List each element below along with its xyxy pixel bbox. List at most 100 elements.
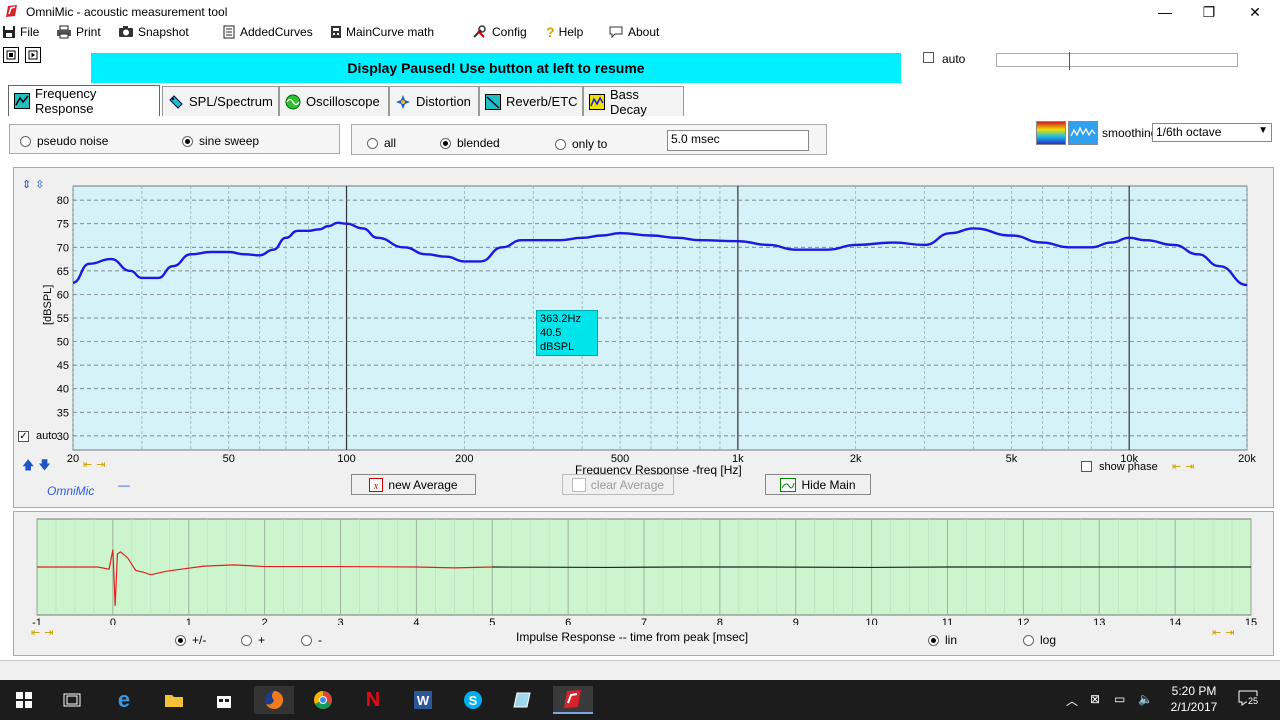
pause-button[interactable] bbox=[3, 47, 19, 63]
impulse-x-tick-label: 5 bbox=[489, 617, 495, 625]
taskbar-word[interactable]: W bbox=[403, 686, 443, 714]
radio-all[interactable]: all bbox=[367, 136, 396, 150]
top-auto-checkbox[interactable] bbox=[923, 52, 934, 63]
battery-icon[interactable]: ▭ bbox=[1114, 692, 1125, 706]
top-slider-thumb[interactable] bbox=[1068, 52, 1075, 70]
menu-bar: File Print Snapshot AddedCurves MainCurv… bbox=[0, 22, 1280, 42]
waveform-icon bbox=[1070, 126, 1096, 137]
tab-frequency-response[interactable]: Frequency Response bbox=[8, 85, 160, 116]
impulse-x-tick-label: 10 bbox=[866, 617, 878, 625]
msec-input[interactable]: 5.0 msec bbox=[667, 130, 809, 151]
hide-main-button[interactable]: Hide Main bbox=[765, 474, 871, 495]
close-button[interactable]: ✕ bbox=[1232, 0, 1278, 24]
arrow-right-icon[interactable]: ⇥ bbox=[44, 626, 53, 639]
tab-bass-decay[interactable]: Bass Decay bbox=[583, 86, 684, 117]
omnimic-taskbar-icon bbox=[564, 690, 581, 708]
arrow-left-icon[interactable]: ⇤ bbox=[31, 626, 40, 639]
menu-added-curves[interactable]: AddedCurves bbox=[222, 22, 313, 42]
radio-dot bbox=[20, 135, 31, 147]
freq-auto-checkbox[interactable]: ✓ bbox=[18, 431, 29, 442]
volume-icon[interactable]: 🔈 bbox=[1138, 692, 1153, 706]
menu-added-curves-label: AddedCurves bbox=[240, 25, 313, 39]
impulse-x-axis-label: Impulse Response -- time from peak [msec… bbox=[516, 630, 749, 644]
oscilloscope-icon bbox=[285, 94, 301, 109]
signal-group: pseudo noise sine sweep bbox=[9, 124, 340, 154]
radio-polarity-both[interactable]: +/- bbox=[175, 633, 206, 647]
new-average-button[interactable]: x new Average bbox=[351, 474, 476, 495]
radio-sine-sweep[interactable]: sine sweep bbox=[182, 134, 259, 148]
clear-icon bbox=[571, 477, 586, 492]
title-bar: OmniMic - acoustic measurement tool — ❐ … bbox=[0, 0, 1280, 24]
x-tick-label: 20 bbox=[67, 453, 79, 465]
menu-print[interactable]: Print bbox=[56, 22, 101, 42]
taskbar-firefox[interactable] bbox=[254, 686, 294, 714]
network-icon[interactable]: ⊠ bbox=[1090, 692, 1100, 706]
impulse-shift-right: ⇤ ⇥ bbox=[1212, 626, 1234, 639]
arrow-right-icon[interactable]: ⇥ bbox=[1225, 626, 1234, 639]
color-curves-button[interactable] bbox=[1036, 121, 1066, 145]
frequency-response-chart[interactable]: 303540455055606570758020 50 100 200 500 1k 2k 5… bbox=[18, 180, 1258, 480]
menu-about[interactable]: About bbox=[608, 22, 659, 42]
impulse-response-chart[interactable]: -1 0 1 2 3 4 5 6 7 8 9 10 11 12 13 14 15 bbox=[20, 515, 1260, 625]
folder-icon bbox=[165, 695, 183, 707]
menu-snapshot[interactable]: Snapshot bbox=[118, 22, 189, 42]
smoothing-select[interactable]: 1/6th octave ▼ bbox=[1152, 123, 1272, 142]
radio-blended[interactable]: blended bbox=[440, 136, 500, 150]
menu-help[interactable]: ? Help bbox=[546, 22, 583, 42]
taskbar-chrome[interactable] bbox=[303, 686, 343, 714]
radio-dot bbox=[367, 137, 378, 149]
omnimic-brand: OmniMic bbox=[47, 484, 95, 498]
y-tick-label: 30 bbox=[57, 431, 69, 443]
menu-config[interactable]: Config bbox=[472, 22, 527, 42]
radio-dot bbox=[301, 634, 312, 646]
radio-pseudo-noise[interactable]: pseudo noise bbox=[20, 134, 108, 148]
taskbar-explorer[interactable] bbox=[154, 686, 194, 714]
impulse-x-tick-label: 0 bbox=[110, 617, 116, 625]
tab-spl-spectrum[interactable]: SPL/Spectrum bbox=[162, 86, 279, 116]
clock[interactable]: 5:20 PM 2/1/2017 bbox=[1166, 684, 1222, 714]
menu-main-curve-math[interactable]: MainCurve math bbox=[330, 22, 434, 42]
menu-file[interactable]: File bbox=[2, 22, 39, 42]
tab-oscilloscope[interactable]: Oscilloscope bbox=[279, 86, 389, 116]
tab-reverb-etc[interactable]: Reverb/ETC bbox=[479, 86, 583, 116]
impulse-x-tick-label: 2 bbox=[262, 617, 268, 625]
x-tick-label: 5k bbox=[1006, 453, 1018, 465]
clear-average-button[interactable]: clear Average bbox=[562, 474, 674, 495]
top-slider-track[interactable] bbox=[996, 53, 1238, 67]
menu-file-label: File bbox=[20, 25, 40, 39]
taskbar-store[interactable] bbox=[204, 686, 244, 714]
tab-label: Frequency Response bbox=[35, 86, 97, 116]
task-view-button[interactable] bbox=[52, 686, 92, 714]
radio-dot bbox=[440, 137, 451, 149]
taskbar-netflix[interactable]: N bbox=[353, 686, 393, 714]
resume-button[interactable] bbox=[25, 47, 41, 63]
camera-icon bbox=[119, 26, 133, 37]
tab-distortion[interactable]: Distortion bbox=[389, 86, 479, 116]
impulse-x-tick-label: 15 bbox=[1245, 617, 1257, 625]
noise-curve-button[interactable] bbox=[1068, 121, 1098, 145]
radio-scale-lin[interactable]: lin bbox=[928, 633, 957, 647]
minimize-button[interactable]: — bbox=[1142, 0, 1188, 24]
tray-chevron-up-icon[interactable]: ︿ bbox=[1066, 692, 1078, 709]
taskbar-edge[interactable]: e bbox=[104, 686, 144, 714]
show-phase-checkbox[interactable] bbox=[1081, 461, 1092, 472]
radio-label: +/- bbox=[192, 633, 207, 647]
arrow-left-icon[interactable]: ⇤ bbox=[1212, 626, 1221, 639]
radio-polarity-positive[interactable]: + bbox=[241, 633, 265, 647]
taskbar-omnimic[interactable] bbox=[553, 686, 593, 714]
taskbar-skype[interactable]: S bbox=[453, 686, 493, 714]
printer-icon bbox=[57, 25, 71, 39]
notification-count: 25 bbox=[1247, 696, 1260, 706]
start-button[interactable] bbox=[4, 686, 44, 714]
radio-scale-log[interactable]: log bbox=[1023, 633, 1056, 647]
radio-polarity-negative[interactable]: - bbox=[301, 633, 322, 647]
svg-text:W: W bbox=[417, 693, 430, 708]
restore-button[interactable]: ❐ bbox=[1186, 0, 1232, 24]
radio-only-to[interactable]: only to bbox=[555, 137, 607, 151]
impulse-x-tick-label: 8 bbox=[717, 617, 723, 625]
impulse-x-tick-label: 14 bbox=[1169, 617, 1181, 625]
notification-center[interactable]: 25 bbox=[1238, 690, 1262, 710]
x-tick-label: 100 bbox=[337, 453, 355, 465]
reverb-icon bbox=[485, 93, 501, 110]
taskbar-notebook[interactable] bbox=[503, 686, 543, 714]
